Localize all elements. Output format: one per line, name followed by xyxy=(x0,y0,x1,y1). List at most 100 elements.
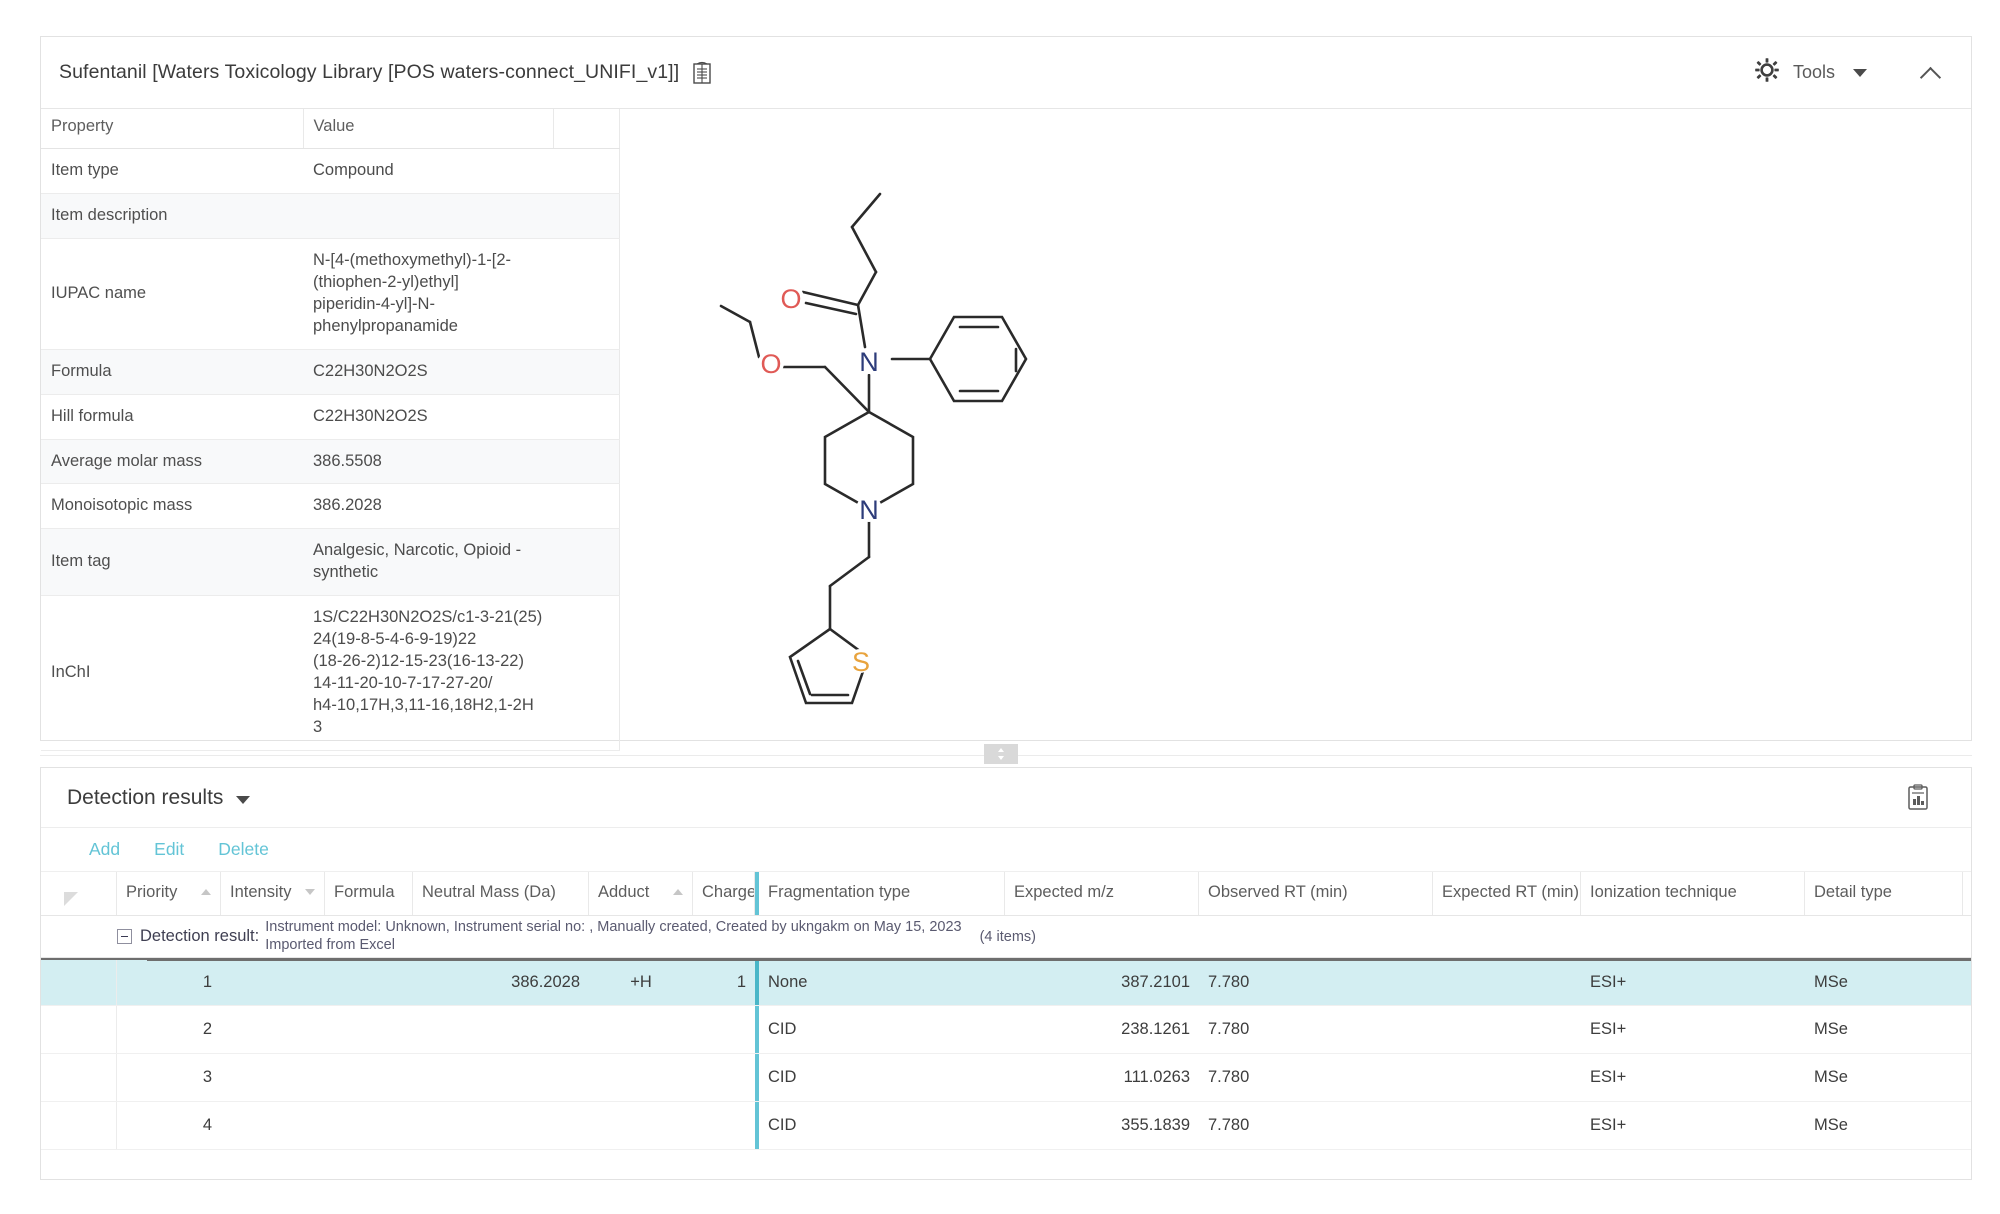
property-table-body: Item type Compound Item description IUPAC n… xyxy=(41,148,619,751)
property-name: IUPAC name xyxy=(41,238,303,350)
chevron-down-icon[interactable] xyxy=(1853,68,1867,77)
group-row-meta-line1: Instrument model: Unknown, Instrument se… xyxy=(265,918,962,935)
cell-expected-mz: 387.2101 xyxy=(1121,973,1190,991)
group-row-meta-line2: Imported from Excel xyxy=(265,936,395,953)
column-header-blank-0[interactable] xyxy=(41,872,117,915)
property-row[interactable]: InChI 1S/C22H30N2O2S/c1-3-21(25) 24(19-8-… xyxy=(41,595,619,751)
table-row[interactable]: 3 CID 111.0263 7.780 ESI+ MSe xyxy=(41,1054,1971,1102)
tools-label: Tools xyxy=(1792,62,1835,82)
sort-asc-icon[interactable] xyxy=(673,889,683,895)
cell-observed-rt: 7.780 xyxy=(1208,1116,1250,1134)
property-spacer xyxy=(553,528,619,597)
column-header-blank-13[interactable] xyxy=(1963,872,1971,915)
cell-expected-rt xyxy=(1433,1006,1581,1053)
property-row[interactable]: Average molar mass 386.5508 xyxy=(41,439,619,485)
column-header-spacer xyxy=(553,109,620,149)
detection-result-group-row[interactable]: Detection result: Instrument model: Unkn… xyxy=(41,916,1971,958)
property-row[interactable]: Item tag Analgesic, Narcotic, Opioid - sy… xyxy=(41,528,619,597)
property-spacer xyxy=(553,148,619,194)
property-row[interactable]: IUPAC name N-[4-(methoxymethyl)-1-[2- (th… xyxy=(41,238,619,350)
property-spacer xyxy=(553,595,619,751)
delete-button[interactable]: Delete xyxy=(218,839,269,860)
detection-results-panel: Detection results Add Edit Delete Priori… xyxy=(40,767,1972,1180)
sort-asc-icon[interactable] xyxy=(201,889,211,895)
grid-corner-icon[interactable] xyxy=(64,892,78,906)
column-header-adduct[interactable]: Adduct xyxy=(589,872,693,915)
column-header-neutral-mass-da[interactable]: Neutral Mass (Da) xyxy=(413,872,589,915)
library-book-icon[interactable] xyxy=(689,60,715,86)
property-value: 386.5508 xyxy=(303,439,553,485)
property-row[interactable]: Monoisotopic mass 386.2028 xyxy=(41,483,619,530)
cell-rowheader xyxy=(1963,1102,1971,1149)
property-row[interactable]: Item description xyxy=(41,193,619,239)
cell-intensity xyxy=(221,1102,325,1149)
cell-intensity xyxy=(221,1006,325,1053)
column-header-observed-rt-min[interactable]: Observed RT (min) xyxy=(1199,872,1433,915)
edit-button[interactable]: Edit xyxy=(154,839,184,860)
cell-detail-type: MSe xyxy=(1814,1020,1848,1038)
column-header-property[interactable]: Property xyxy=(41,109,304,149)
column-header-expected-rt-min[interactable]: Expected RT (min) xyxy=(1433,872,1581,915)
cell-ionization: ESI+ xyxy=(1590,1020,1627,1038)
property-value: Compound xyxy=(303,148,553,194)
cell-rowheader xyxy=(41,1006,117,1053)
tools-button[interactable]: Tools xyxy=(1743,52,1877,93)
column-header-value[interactable]: Value xyxy=(303,109,554,149)
column-header-label: Charge xyxy=(702,883,755,901)
cell-charge xyxy=(693,1054,755,1101)
atom-label-s-thiophene: S xyxy=(851,647,869,677)
page-title: Sufentanil [Waters Toxicology Library [P… xyxy=(59,61,680,83)
chevron-down-icon[interactable] xyxy=(236,796,251,804)
panel-header-actions: Tools xyxy=(1743,52,1951,93)
column-header-expected-m-z[interactable]: Expected m/z xyxy=(1005,872,1199,915)
cell-intensity xyxy=(221,960,325,1005)
report-chart-icon xyxy=(1908,783,1928,810)
detection-results-header: Detection results xyxy=(41,768,1971,828)
column-header-priority[interactable]: Priority xyxy=(117,872,221,915)
column-header-fragmentation-type[interactable]: Fragmentation type xyxy=(755,872,1005,915)
cell-detail-type: MSe xyxy=(1814,1068,1848,1086)
detection-results-grid: Priority Intensity Formula Neutral Mass (Da… xyxy=(41,872,1971,1150)
grid-header-row: Priority Intensity Formula Neutral Mass (Da… xyxy=(41,872,1971,916)
collapse-expander-icon[interactable] xyxy=(117,929,132,944)
column-header-intensity[interactable]: Intensity xyxy=(221,872,325,915)
cell-adduct: +H xyxy=(630,973,652,991)
table-row[interactable]: 1 386.2028 +H 1 None 387.2101 7.780 ESI+ MSe xyxy=(41,958,1971,1006)
cell-rowheader xyxy=(41,1054,117,1101)
table-row[interactable]: 2 CID 238.1261 7.780 ESI+ MSe xyxy=(41,1006,1971,1054)
app-root: Sufentanil [Waters Toxicology Library [P… xyxy=(0,0,2000,1214)
cell-intensity xyxy=(221,1054,325,1101)
chevron-up-icon[interactable] xyxy=(1921,63,1941,83)
property-name: Monoisotopic mass xyxy=(41,483,303,530)
gear-icon xyxy=(1753,56,1781,89)
cell-ionization: ESI+ xyxy=(1590,1068,1627,1086)
property-row[interactable]: Item type Compound xyxy=(41,148,619,194)
property-value: N-[4-(methoxymethyl)-1-[2- (thiophen-2-y… xyxy=(303,238,553,350)
column-header-ionization-technique[interactable]: Ionization technique xyxy=(1581,872,1805,915)
cell-rowheader xyxy=(41,1102,117,1149)
property-value: C22H30N2O2S xyxy=(303,394,553,440)
structure-viewer[interactable]: N N O O S Molfile xyxy=(619,109,1971,740)
atom-label-n-amide: N xyxy=(859,347,879,377)
add-button[interactable]: Add xyxy=(89,839,120,860)
cell-charge xyxy=(693,1102,755,1149)
cell-adduct xyxy=(589,1006,693,1053)
column-header-label: Fragmentation type xyxy=(768,883,911,901)
column-header-label: Ionization technique xyxy=(1590,883,1737,901)
column-header-charge[interactable]: Charge xyxy=(693,872,755,915)
atom-label-o-ether: O xyxy=(760,349,781,379)
splitter-grip[interactable] xyxy=(984,744,1018,764)
cell-priority: 1 xyxy=(202,973,212,991)
cell-priority: 3 xyxy=(202,1068,212,1086)
column-header-formula[interactable]: Formula xyxy=(325,872,413,915)
property-table: Property Value Item type Compound Item des… xyxy=(41,109,620,751)
report-chart-button[interactable] xyxy=(1895,775,1941,820)
sort-desc-icon[interactable] xyxy=(305,889,315,895)
property-value: C22H30N2O2S xyxy=(303,349,553,395)
table-row[interactable]: 4 CID 355.1839 7.780 ESI+ MSe xyxy=(41,1102,1971,1150)
cell-adduct xyxy=(589,1102,693,1149)
cell-expected-mz: 111.0263 xyxy=(1123,1068,1190,1086)
property-row[interactable]: Formula C22H30N2O2S xyxy=(41,349,619,395)
column-header-detail-type[interactable]: Detail type xyxy=(1805,872,1963,915)
property-row[interactable]: Hill formula C22H30N2O2S xyxy=(41,394,619,440)
